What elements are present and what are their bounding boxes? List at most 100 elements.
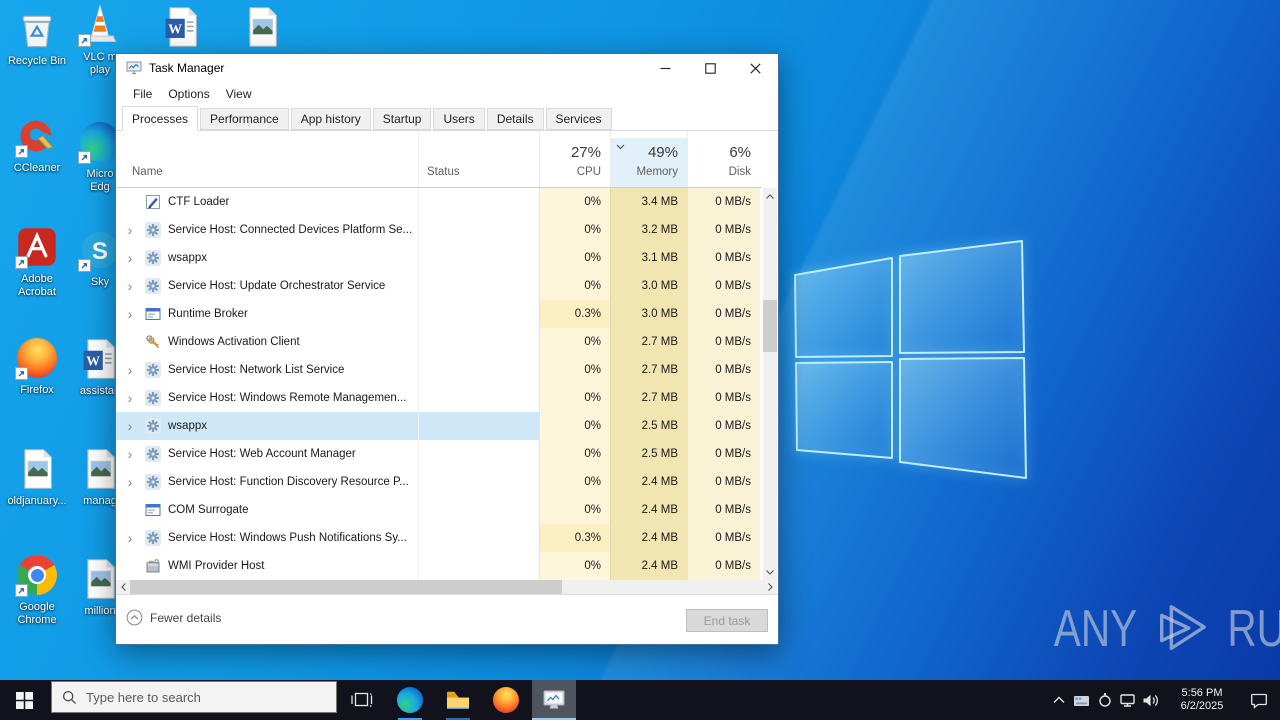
end-task-button[interactable]: End task	[686, 609, 768, 632]
desktop-icon-adobe[interactable]: Adobe Acrobat	[1, 224, 73, 299]
scroll-right-arrow-icon[interactable]	[763, 580, 777, 594]
process-row[interactable]: › wsappx 0% 3.1 MB 0 MB/s	[116, 244, 762, 272]
fewer-details-toggle[interactable]: Fewer details	[126, 609, 221, 626]
column-header-memory[interactable]: 49% Memory	[610, 131, 687, 187]
vertical-scrollbar[interactable]	[763, 188, 777, 580]
name-column-label: Name	[132, 166, 163, 178]
tab-app-history[interactable]: App history	[290, 108, 371, 130]
task-manager-app-icon	[126, 61, 142, 75]
process-row[interactable]: CTF Loader 0% 3.4 MB 0 MB/s	[116, 188, 762, 216]
process-name: Windows Activation Client	[168, 336, 300, 348]
tab-users[interactable]: Users	[433, 108, 485, 130]
desktop-icon-image-file[interactable]	[226, 4, 298, 50]
firefox-taskbar-button[interactable]	[484, 680, 528, 720]
process-disk: 0 MB/s	[687, 188, 760, 216]
expand-chevron-icon[interactable]: ›	[122, 356, 138, 384]
desktop-icon-label: CCleaner	[13, 162, 61, 174]
process-row[interactable]: › Service Host: Web Account Manager 0% 2.5 …	[116, 440, 762, 468]
column-header-name[interactable]: Name	[116, 131, 418, 187]
vertical-scroll-thumb[interactable]	[763, 300, 777, 352]
title-bar[interactable]: Task Manager	[116, 54, 778, 83]
column-header-row: Name Status 27% CPU 49% Memory 6% Disk	[116, 131, 762, 188]
desktop-icon-google[interactable]: Google Chrome	[1, 552, 73, 627]
process-row[interactable]: › Service Host: Windows Remote Managemen.…	[116, 384, 762, 412]
task-view-button[interactable]	[340, 680, 384, 720]
process-disk: 0 MB/s	[687, 412, 760, 440]
process-cpu: 0.3%	[539, 524, 610, 552]
column-header-disk[interactable]: 6% Disk	[687, 131, 760, 187]
desktop-icon-label: Micro Edg	[86, 168, 114, 193]
horizontal-scrollbar[interactable]	[116, 580, 777, 594]
network-icon[interactable]	[1116, 680, 1139, 720]
menu-file[interactable]: File	[125, 85, 160, 103]
scroll-left-arrow-icon[interactable]	[116, 580, 130, 594]
action-center-icon[interactable]	[1242, 680, 1276, 720]
process-row[interactable]: › Service Host: Connected Devices Platfor…	[116, 216, 762, 244]
process-row[interactable]: WMI Provider Host 0% 2.4 MB 0 MB/s	[116, 552, 762, 580]
tab-processes[interactable]: Processes	[122, 106, 199, 131]
expand-chevron-icon[interactable]: ›	[122, 300, 138, 328]
process-name: Service Host: Update Orchestrator Servic…	[168, 280, 386, 292]
desktop-icon-firefox[interactable]: Firefox	[1, 335, 73, 397]
process-row[interactable]: › wsappx 0% 2.5 MB 0 MB/s	[116, 412, 762, 440]
process-row[interactable]: COM Surrogate 0% 2.4 MB 0 MB/s	[116, 496, 762, 524]
hidden-icons-chevron-icon[interactable]	[1047, 680, 1070, 720]
task-manager-taskbar-button[interactable]	[532, 680, 576, 720]
tab-performance[interactable]: Performance	[200, 108, 289, 130]
expand-chevron-icon[interactable]: ›	[122, 216, 138, 244]
process-row[interactable]: › Service Host: Windows Push Notification…	[116, 524, 762, 552]
taskbar-search[interactable]	[51, 681, 337, 713]
process-disk: 0 MB/s	[687, 356, 760, 384]
process-disk: 0 MB/s	[687, 328, 760, 356]
sort-descending-chevron-icon	[616, 144, 625, 150]
scroll-down-arrow-icon[interactable]	[763, 564, 777, 580]
menu-view[interactable]: View	[218, 85, 260, 103]
expand-chevron-icon[interactable]: ›	[122, 440, 138, 468]
file-explorer-taskbar-button[interactable]	[436, 680, 480, 720]
desktop-icon-word-doc[interactable]: W	[146, 4, 218, 50]
column-header-cpu[interactable]: 27% CPU	[539, 131, 610, 187]
gear-icon	[145, 474, 161, 490]
process-row[interactable]: › Service Host: Update Orchestrator Servi…	[116, 272, 762, 300]
maximize-button[interactable]	[688, 54, 733, 83]
start-button[interactable]	[0, 680, 48, 720]
edge-taskbar-button[interactable]	[388, 680, 432, 720]
minimize-button[interactable]	[643, 54, 688, 83]
expand-chevron-icon[interactable]: ›	[122, 524, 138, 552]
process-row[interactable]: Windows Activation Client 0% 2.7 MB 0 MB/s	[116, 328, 762, 356]
vlc-icon	[77, 2, 123, 48]
expand-chevron-icon[interactable]: ›	[122, 244, 138, 272]
column-header-status[interactable]: Status	[418, 131, 539, 187]
taskbar-clock[interactable]: 5:56 PM 6/2/2025	[1169, 687, 1235, 713]
process-cpu: 0%	[539, 552, 610, 580]
expand-chevron-icon[interactable]: ›	[122, 384, 138, 412]
menu-options[interactable]: Options	[160, 85, 217, 103]
tab-details[interactable]: Details	[486, 108, 544, 130]
desktop-icon-ccleaner[interactable]: CCleaner	[1, 113, 73, 175]
process-status	[418, 524, 539, 552]
process-disk: 0 MB/s	[687, 468, 760, 496]
expand-chevron-icon[interactable]: ›	[122, 412, 138, 440]
close-button[interactable]	[733, 54, 778, 83]
process-memory: 2.4 MB	[610, 496, 687, 524]
horizontal-scroll-thumb[interactable]	[130, 580, 562, 594]
process-disk: 0 MB/s	[687, 384, 760, 412]
process-row[interactable]: › Service Host: Network List Service 0% 2.7…	[116, 356, 762, 384]
touch-keyboard-icon[interactable]	[1070, 680, 1093, 720]
tab-startup[interactable]: Startup	[372, 108, 432, 130]
process-cpu: 0.3%	[539, 300, 610, 328]
windows-start-icon	[15, 691, 33, 709]
sync-status-icon[interactable]	[1093, 680, 1116, 720]
tab-services[interactable]: Services	[545, 108, 612, 130]
volume-icon[interactable]	[1139, 680, 1162, 720]
search-input[interactable]	[86, 689, 306, 705]
cpu-column-label: CPU	[576, 166, 601, 178]
expand-chevron-icon[interactable]: ›	[122, 468, 138, 496]
expand-chevron-icon[interactable]: ›	[122, 272, 138, 300]
process-row[interactable]: › Service Host: Function Discovery Resour…	[116, 468, 762, 496]
desktop-icon-recycle-bin[interactable]: Recycle Bin	[1, 6, 73, 68]
desktop-icon-oldjanuary[interactable]: oldjanuary...	[1, 446, 73, 508]
taskbar-apps	[340, 680, 580, 720]
scroll-up-arrow-icon[interactable]	[763, 188, 777, 204]
process-row[interactable]: › Runtime Broker 0.3% 3.0 MB 0 MB/s	[116, 300, 762, 328]
